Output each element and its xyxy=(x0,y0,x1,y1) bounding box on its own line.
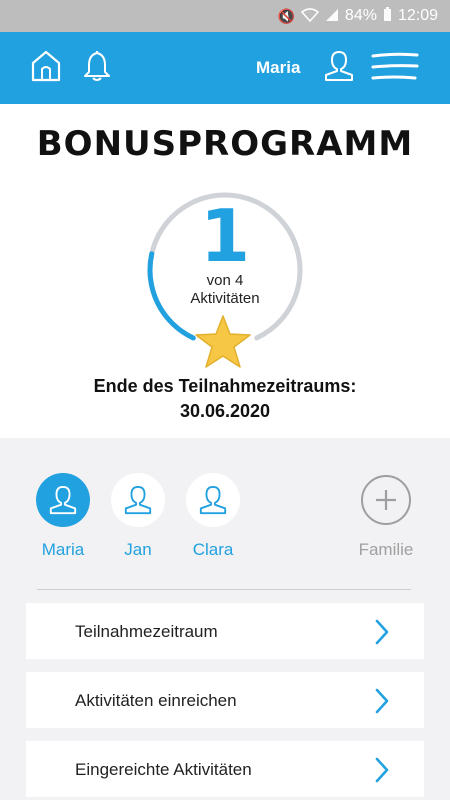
menu-item-label: Teilnahmezeitraum xyxy=(75,622,218,641)
member-label-jan[interactable]: Jan xyxy=(98,540,178,560)
menu-button[interactable] xyxy=(370,50,420,84)
chevron-right-icon xyxy=(375,757,389,783)
bell-icon xyxy=(84,51,110,81)
user-icon xyxy=(325,51,353,81)
user-icon xyxy=(199,485,227,515)
member-avatar-maria[interactable] xyxy=(36,473,90,527)
battery-level: 84% xyxy=(344,7,377,24)
chevron-right-icon xyxy=(375,688,389,714)
menu-item-teilnahmezeitraum[interactable]: Teilnahmezeitraum xyxy=(26,603,424,659)
notifications-button[interactable] xyxy=(80,46,114,84)
status-bar: 🔇 84% 12:09 xyxy=(0,0,450,32)
plus-icon xyxy=(376,490,396,510)
home-button[interactable] xyxy=(28,46,64,86)
chevron-right-icon xyxy=(375,619,389,645)
user-icon xyxy=(49,485,77,515)
member-label-clara[interactable]: Clara xyxy=(173,540,253,560)
menu-item-label: Eingereichte Aktivitäten xyxy=(75,760,252,779)
star-icon xyxy=(195,315,251,368)
add-family-label[interactable]: Familie xyxy=(345,540,427,560)
total-label: von 4 xyxy=(206,272,244,289)
clock: 12:09 xyxy=(397,7,438,24)
member-avatar-clara[interactable] xyxy=(186,473,240,527)
header-user-name[interactable]: Maria xyxy=(256,58,300,78)
wifi-icon xyxy=(300,7,320,25)
member-label-maria[interactable]: Maria xyxy=(23,540,103,560)
home-icon xyxy=(31,50,61,82)
activities-label: Aktivitäten xyxy=(190,290,260,307)
completed-count: 1 xyxy=(199,194,251,278)
signal-icon xyxy=(325,8,339,25)
member-avatar-jan[interactable] xyxy=(111,473,165,527)
profile-button[interactable] xyxy=(322,48,356,84)
user-icon xyxy=(124,485,152,515)
end-of-period-date: 30.06.2020 xyxy=(179,401,271,421)
menu-item-eingereichte-aktivitaeten[interactable]: Eingereichte Aktivitäten xyxy=(26,741,424,797)
menu-item-aktivitaeten-einreichen[interactable]: Aktivitäten einreichen xyxy=(26,672,424,728)
page-title: BONUSPROGRAMM xyxy=(36,124,414,164)
battery-icon xyxy=(383,7,392,25)
menu-icon xyxy=(371,52,419,80)
divider xyxy=(37,589,411,590)
mute-icon: 🔇 xyxy=(277,7,295,24)
add-family-member-button[interactable] xyxy=(361,475,411,525)
end-of-period-label: Ende des Teilnahmezeitraums: xyxy=(93,376,357,396)
menu-item-label: Aktivitäten einreichen xyxy=(75,691,237,710)
